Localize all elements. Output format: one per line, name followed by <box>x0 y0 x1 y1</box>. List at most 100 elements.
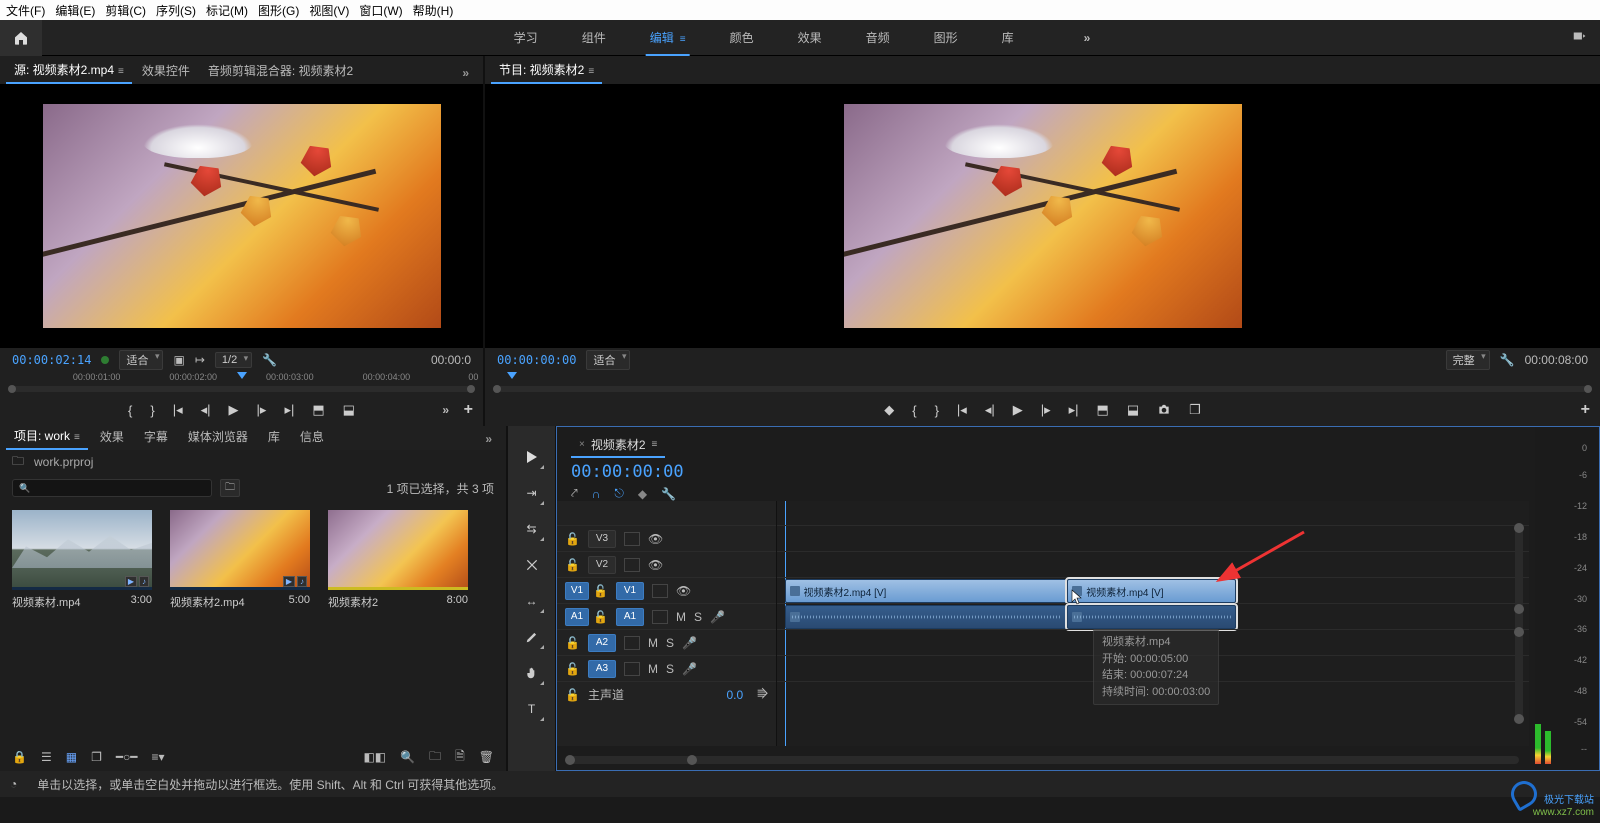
ws-color[interactable]: 颜色 <box>726 29 758 46</box>
hand-tool[interactable] <box>521 662 543 684</box>
zoom-handle-left[interactable] <box>565 755 575 765</box>
menu-clip[interactable]: 剪辑(C) <box>105 2 146 19</box>
source-settings-icon[interactable]: 🔧 <box>262 353 277 367</box>
go-to-in-button[interactable]: |◂ <box>957 402 967 418</box>
project-search-input[interactable] <box>12 479 212 497</box>
selection-tool[interactable] <box>521 446 543 468</box>
sync-lock-toggle[interactable] <box>624 662 640 676</box>
nest-toggle[interactable]: ⤤ <box>571 486 578 501</box>
tab-captions[interactable]: 字幕 <box>136 423 176 450</box>
eye-icon[interactable]: 👁 <box>648 532 663 546</box>
master-value[interactable]: 0.0 <box>727 688 744 702</box>
clip-video-selected[interactable]: 视频素材.mp4 [V] <box>1067 579 1236 603</box>
menu-edit[interactable]: 编辑(E) <box>55 2 95 19</box>
bin-item[interactable]: ▶♪ 视频素材.mp4 3:00 <box>12 510 152 735</box>
bin-item[interactable]: ▶♪ 视频素材2.mp4 5:00 <box>170 510 310 735</box>
track-select-tool[interactable]: ⇥ <box>521 482 543 504</box>
track-label[interactable]: V2 <box>588 556 616 574</box>
pen-tool[interactable] <box>521 626 543 648</box>
track-v3[interactable]: 🔓 V3 👁 <box>557 525 776 551</box>
source-patch-v1[interactable]: V1 <box>565 582 589 600</box>
delete-button[interactable]: 🗑 <box>479 750 494 764</box>
lock-icon[interactable]: 🔓 <box>565 558 580 572</box>
lock-icon[interactable]: 🔓 <box>565 532 580 546</box>
sync-lock-toggle[interactable] <box>624 636 640 650</box>
program-timecode[interactable]: 00:00:00:00 <box>497 353 576 367</box>
step-back-button[interactable]: ◂| <box>201 402 211 418</box>
step-back-button[interactable]: ◂| <box>985 402 995 418</box>
track-v2[interactable]: 🔓 V2 👁 <box>557 551 776 577</box>
ws-assembly[interactable]: 组件 <box>578 29 610 46</box>
menu-sequence[interactable]: 序列(S) <box>156 2 196 19</box>
bin-thumbnail[interactable] <box>328 510 468 590</box>
marker-add[interactable]: ◆ <box>638 487 647 501</box>
step-fwd-button[interactable]: |▸ <box>1041 402 1051 418</box>
settings-wrench-icon[interactable]: 🔧 <box>661 487 676 501</box>
source-overflow[interactable]: » <box>454 62 477 84</box>
tab-program[interactable]: 节目: 视频素材2≡ <box>491 56 602 84</box>
clip-audio-selected[interactable] <box>1067 605 1236 629</box>
find-button[interactable]: 🔍 <box>400 750 415 764</box>
project-bins[interactable]: ▶♪ 视频素材.mp4 3:00 ▶♪ 视频素材2.mp4 5:00 <box>0 502 506 743</box>
clip-audio[interactable] <box>785 605 1067 629</box>
zoom-handle-left[interactable] <box>493 385 501 393</box>
voiceover-icon[interactable]: 🎤 <box>682 636 697 650</box>
mark-out-button[interactable]: } <box>935 403 939 418</box>
project-overflow[interactable]: » <box>477 428 500 450</box>
mute-toggle[interactable]: M <box>676 610 686 624</box>
source-drag-handle-icon[interactable]: ↦ <box>195 353 205 367</box>
zoom-handle-left[interactable] <box>8 385 16 393</box>
bin-item[interactable]: 视频素材2 8:00 <box>328 510 468 735</box>
sync-lock-toggle[interactable] <box>652 584 668 598</box>
icon-view-button[interactable]: ▦ <box>66 750 77 764</box>
go-to-in-button[interactable]: |◂ <box>173 402 183 418</box>
track-a2[interactable]: 🔓 A2 M S 🎤 <box>557 629 776 655</box>
new-bin-button-footer[interactable]: 🗀 <box>429 747 441 768</box>
go-to-out-button[interactable]: ▸| <box>284 402 294 418</box>
clip-video[interactable]: 视频素材2.mp4 [V] <box>785 579 1067 603</box>
lock-icon[interactable]: 🔓 <box>593 584 608 598</box>
track-label[interactable]: A2 <box>588 634 616 652</box>
track-v1[interactable]: V1 🔓 V1 👁 <box>557 577 776 603</box>
lock-icon[interactable]: 🔓 <box>565 636 580 650</box>
eye-icon[interactable]: 👁 <box>676 584 691 598</box>
insert-button[interactable]: ⬒ <box>312 402 324 418</box>
go-to-out-button[interactable]: ▸| <box>1069 402 1079 418</box>
lock-icon[interactable]: 🔓 <box>593 610 608 624</box>
comparison-view-button[interactable]: ❐ <box>1189 402 1201 418</box>
lift-button[interactable]: ⬒ <box>1097 402 1109 418</box>
overwrite-button[interactable]: ⬓ <box>343 402 355 418</box>
ws-effects[interactable]: 效果 <box>794 29 826 46</box>
program-zoom-scroller[interactable] <box>497 386 1588 392</box>
program-playhead[interactable] <box>507 372 517 379</box>
program-button-editor[interactable]: + <box>1581 401 1590 419</box>
zoom-handle-right[interactable] <box>687 755 697 765</box>
ws-learn[interactable]: 学习 <box>510 29 542 46</box>
menu-help[interactable]: 帮助(H) <box>413 2 454 19</box>
add-marker-button[interactable]: ◆ <box>884 402 894 418</box>
voiceover-icon[interactable]: 🎤 <box>710 610 725 624</box>
linked-sel-toggle[interactable]: ⎋ <box>614 486 624 501</box>
ws-graphics[interactable]: 图形 <box>930 29 962 46</box>
menu-graphics[interactable]: 图形(G) <box>258 2 299 19</box>
track-label[interactable]: V1 <box>616 582 644 600</box>
track-label[interactable]: V3 <box>588 530 616 548</box>
eye-icon[interactable]: 👁 <box>648 558 663 572</box>
tab-project[interactable]: 项目: work≡ <box>6 422 88 450</box>
tab-media-browser[interactable]: 媒体浏览器 <box>180 423 256 450</box>
lock-icon[interactable]: 🔓 <box>565 688 580 702</box>
list-view-button[interactable]: ☰ <box>41 750 52 764</box>
source-timecode[interactable]: 00:00:02:14 <box>12 353 91 367</box>
source-button-editor[interactable]: + <box>464 401 473 419</box>
snapshot-lock-icon[interactable]: 🔒 <box>12 750 27 764</box>
mark-in-button[interactable]: { <box>128 403 132 418</box>
solo-toggle[interactable]: S <box>666 636 674 650</box>
menu-file[interactable]: 文件(F) <box>6 2 45 19</box>
track-content-area[interactable]: :00:00 00:00:05:00 00:00:10:00 视频素材2.mp4… <box>777 501 1529 746</box>
ws-audio[interactable]: 音频 <box>862 29 894 46</box>
snap-toggle[interactable]: ∩ <box>592 487 601 501</box>
voiceover-icon[interactable]: 🎤 <box>682 662 697 676</box>
type-tool[interactable]: T <box>521 698 543 720</box>
zoom-slider[interactable]: ━○━ <box>116 750 138 764</box>
track-master[interactable]: 🔓 主声道 0.0 ⭆ <box>557 681 776 707</box>
